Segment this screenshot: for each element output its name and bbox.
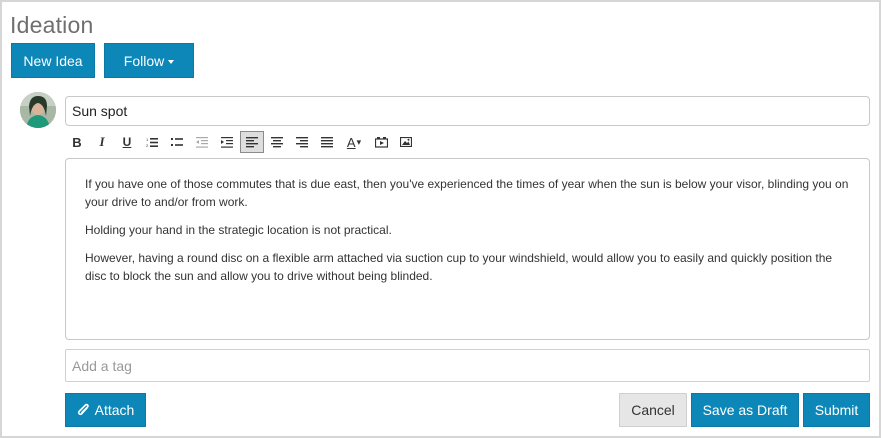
- save-as-draft-label: Save as Draft: [702, 402, 788, 418]
- italic-button[interactable]: I: [90, 131, 114, 153]
- avatar: [20, 92, 56, 128]
- align-center-icon: [271, 136, 283, 147]
- cancel-button[interactable]: Cancel: [619, 393, 687, 427]
- follow-label: Follow: [123, 52, 165, 69]
- font-color-button[interactable]: A ▾: [340, 131, 368, 153]
- idea-body-editor[interactable]: If you have one of those commutes that i…: [65, 158, 870, 340]
- paperclip-icon: [77, 403, 89, 416]
- svg-text:2: 2: [146, 143, 149, 148]
- body-paragraph: If you have one of those commutes that i…: [85, 177, 849, 209]
- body-paragraph: Holding your hand in the strategic locat…: [85, 223, 392, 237]
- ordered-list-button[interactable]: 1 2: [140, 131, 164, 153]
- align-right-icon: [296, 136, 308, 147]
- unordered-list-button[interactable]: [165, 131, 189, 153]
- outdent-icon: [196, 136, 208, 148]
- editor-toolbar: B I U 1 2 A ▾: [65, 130, 419, 154]
- align-left-button[interactable]: [240, 131, 264, 153]
- tag-placeholder: Add a tag: [72, 357, 132, 374]
- font-color-icon: A ▾: [346, 134, 362, 150]
- submit-button[interactable]: Submit: [803, 393, 870, 427]
- follow-dropdown-button[interactable]: Follow: [104, 43, 194, 78]
- save-as-draft-button[interactable]: Save as Draft: [691, 393, 799, 427]
- italic-icon: I: [99, 134, 105, 149]
- bold-icon: B: [72, 134, 82, 150]
- new-idea-label: New Idea: [23, 52, 83, 69]
- align-right-button[interactable]: [290, 131, 314, 153]
- justify-icon: [321, 136, 333, 147]
- new-idea-button[interactable]: New Idea: [11, 43, 95, 78]
- outdent-button[interactable]: [190, 131, 214, 153]
- insert-video-button[interactable]: [369, 131, 393, 153]
- attach-button[interactable]: Attach: [65, 393, 146, 427]
- idea-title-value: Sun spot: [72, 103, 128, 119]
- submit-label: Submit: [814, 402, 859, 418]
- tag-input[interactable]: Add a tag: [65, 349, 870, 382]
- font-color-glyph: A: [346, 134, 356, 150]
- idea-title-input[interactable]: Sun spot: [65, 96, 870, 126]
- underline-button[interactable]: U: [115, 131, 139, 153]
- insert-image-button[interactable]: [394, 131, 418, 153]
- attach-label: Attach: [94, 402, 135, 418]
- page-title: Ideation: [10, 12, 94, 38]
- cancel-label: Cancel: [631, 402, 675, 418]
- ideation-panel: Ideation New Idea Follow Sun spot B I U: [0, 0, 881, 438]
- ordered-list-icon: 1 2: [146, 137, 158, 148]
- caret-down-icon: [168, 59, 175, 64]
- align-left-icon: [246, 136, 258, 147]
- underline-icon: U: [122, 135, 132, 149]
- align-center-button[interactable]: [265, 131, 289, 153]
- indent-icon: [221, 136, 233, 148]
- svg-text:1: 1: [146, 137, 149, 142]
- insert-video-icon: [374, 136, 388, 148]
- bold-button[interactable]: B: [65, 131, 89, 153]
- justify-button[interactable]: [315, 131, 339, 153]
- unordered-list-icon: [171, 137, 183, 146]
- body-paragraph: However, having a round disc on a flexib…: [85, 251, 833, 283]
- insert-image-icon: [400, 137, 412, 147]
- indent-button[interactable]: [215, 131, 239, 153]
